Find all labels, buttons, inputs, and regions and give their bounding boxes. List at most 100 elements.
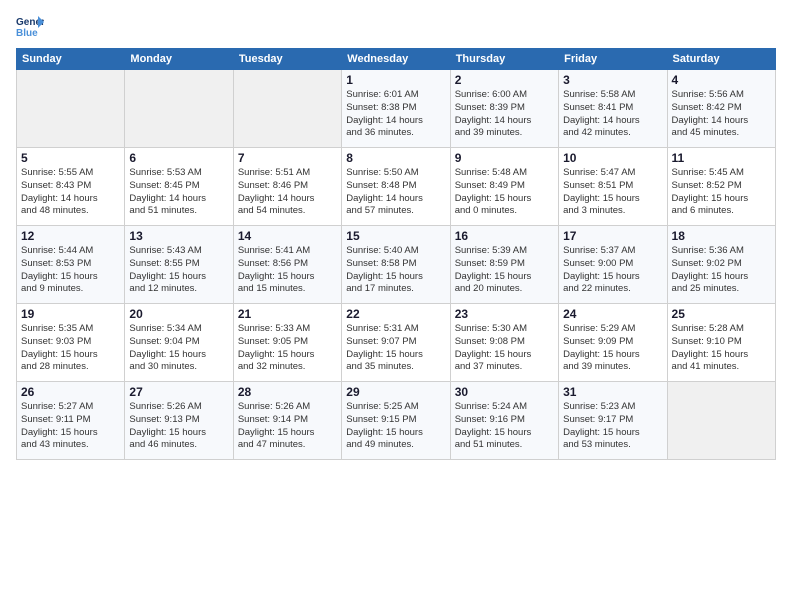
day-number: 10: [563, 151, 662, 165]
day-info: Sunrise: 5:48 AM Sunset: 8:49 PM Dayligh…: [455, 167, 554, 218]
day-number: 30: [455, 385, 554, 399]
day-info: Sunrise: 5:39 AM Sunset: 8:59 PM Dayligh…: [455, 245, 554, 296]
day-info: Sunrise: 6:00 AM Sunset: 8:39 PM Dayligh…: [455, 89, 554, 140]
day-number: 3: [563, 73, 662, 87]
day-number: 14: [238, 229, 337, 243]
day-info: Sunrise: 5:28 AM Sunset: 9:10 PM Dayligh…: [672, 323, 771, 374]
day-info: Sunrise: 5:44 AM Sunset: 8:53 PM Dayligh…: [21, 245, 120, 296]
day-number: 15: [346, 229, 445, 243]
day-number: 27: [129, 385, 228, 399]
calendar-day-10: 10 Sunrise: 5:47 AM Sunset: 8:51 PM Dayli…: [559, 148, 667, 226]
day-info: Sunrise: 5:33 AM Sunset: 9:05 PM Dayligh…: [238, 323, 337, 374]
calendar-day-30: 30Sunrise: 5:24 AM Sunset: 9:16 PM Dayli…: [450, 382, 558, 460]
calendar-day-2: 2 Sunrise: 6:00 AM Sunset: 8:39 PM Daylig…: [450, 70, 558, 148]
calendar-empty-cell: [233, 70, 341, 148]
day-info: Sunrise: 5:30 AM Sunset: 9:08 PM Dayligh…: [455, 323, 554, 374]
calendar-day-16: 16Sunrise: 5:39 AM Sunset: 8:59 PM Dayli…: [450, 226, 558, 304]
day-info: Sunrise: 5:41 AM Sunset: 8:56 PM Dayligh…: [238, 245, 337, 296]
day-number: 29: [346, 385, 445, 399]
day-number: 11: [672, 151, 771, 165]
day-info: Sunrise: 5:23 AM Sunset: 9:17 PM Dayligh…: [563, 401, 662, 452]
calendar-day-23: 23 Sunrise: 5:30 AM Sunset: 9:08 PM Dayli…: [450, 304, 558, 382]
calendar-empty-cell: [17, 70, 125, 148]
calendar-day-9: 9Sunrise: 5:48 AM Sunset: 8:49 PM Daylig…: [450, 148, 558, 226]
day-info: Sunrise: 5:43 AM Sunset: 8:55 PM Dayligh…: [129, 245, 228, 296]
day-info: Sunrise: 5:27 AM Sunset: 9:11 PM Dayligh…: [21, 401, 120, 452]
day-number: 28: [238, 385, 337, 399]
calendar-empty-cell: [667, 382, 775, 460]
day-number: 19: [21, 307, 120, 321]
logo: General Blue: [16, 12, 48, 40]
day-number: 13: [129, 229, 228, 243]
day-number: 25: [672, 307, 771, 321]
day-info: Sunrise: 5:53 AM Sunset: 8:45 PM Dayligh…: [129, 167, 228, 218]
header: General Blue: [16, 12, 776, 40]
calendar-day-31: 31Sunrise: 5:23 AM Sunset: 9:17 PM Dayli…: [559, 382, 667, 460]
day-number: 23: [455, 307, 554, 321]
col-header-saturday: Saturday: [667, 49, 775, 70]
calendar-week-row: 5 Sunrise: 5:55 AM Sunset: 8:43 PM Daylig…: [17, 148, 776, 226]
day-info: Sunrise: 6:01 AM Sunset: 8:38 PM Dayligh…: [346, 89, 445, 140]
calendar-day-25: 25 Sunrise: 5:28 AM Sunset: 9:10 PM Dayli…: [667, 304, 775, 382]
day-number: 21: [238, 307, 337, 321]
calendar-day-21: 21 Sunrise: 5:33 AM Sunset: 9:05 PM Dayli…: [233, 304, 341, 382]
calendar-day-4: 4 Sunrise: 5:56 AM Sunset: 8:42 PM Daylig…: [667, 70, 775, 148]
day-number: 6: [129, 151, 228, 165]
calendar-day-12: 12Sunrise: 5:44 AM Sunset: 8:53 PM Dayli…: [17, 226, 125, 304]
day-info: Sunrise: 5:37 AM Sunset: 9:00 PM Dayligh…: [563, 245, 662, 296]
day-info: Sunrise: 5:36 AM Sunset: 9:02 PM Dayligh…: [672, 245, 771, 296]
calendar-week-row: 12Sunrise: 5:44 AM Sunset: 8:53 PM Dayli…: [17, 226, 776, 304]
calendar-day-14: 14 Sunrise: 5:41 AM Sunset: 8:56 PM Dayli…: [233, 226, 341, 304]
day-info: Sunrise: 5:50 AM Sunset: 8:48 PM Dayligh…: [346, 167, 445, 218]
col-header-sunday: Sunday: [17, 49, 125, 70]
calendar-day-1: 1Sunrise: 6:01 AM Sunset: 8:38 PM Daylig…: [342, 70, 450, 148]
calendar-day-6: 6 Sunrise: 5:53 AM Sunset: 8:45 PM Daylig…: [125, 148, 233, 226]
day-info: Sunrise: 5:34 AM Sunset: 9:04 PM Dayligh…: [129, 323, 228, 374]
calendar-week-row: 1Sunrise: 6:01 AM Sunset: 8:38 PM Daylig…: [17, 70, 776, 148]
day-info: Sunrise: 5:40 AM Sunset: 8:58 PM Dayligh…: [346, 245, 445, 296]
calendar-day-13: 13 Sunrise: 5:43 AM Sunset: 8:55 PM Dayli…: [125, 226, 233, 304]
day-number: 5: [21, 151, 120, 165]
day-info: Sunrise: 5:51 AM Sunset: 8:46 PM Dayligh…: [238, 167, 337, 218]
calendar-day-8: 8 Sunrise: 5:50 AM Sunset: 8:48 PM Daylig…: [342, 148, 450, 226]
calendar-day-15: 15 Sunrise: 5:40 AM Sunset: 8:58 PM Dayli…: [342, 226, 450, 304]
day-number: 18: [672, 229, 771, 243]
day-info: Sunrise: 5:35 AM Sunset: 9:03 PM Dayligh…: [21, 323, 120, 374]
svg-text:Blue: Blue: [16, 28, 38, 39]
col-header-friday: Friday: [559, 49, 667, 70]
calendar-day-19: 19 Sunrise: 5:35 AM Sunset: 9:03 PM Dayli…: [17, 304, 125, 382]
day-info: Sunrise: 5:58 AM Sunset: 8:41 PM Dayligh…: [563, 89, 662, 140]
col-header-tuesday: Tuesday: [233, 49, 341, 70]
day-info: Sunrise: 5:26 AM Sunset: 9:13 PM Dayligh…: [129, 401, 228, 452]
col-header-monday: Monday: [125, 49, 233, 70]
calendar-day-24: 24 Sunrise: 5:29 AM Sunset: 9:09 PM Dayli…: [559, 304, 667, 382]
calendar-week-row: 26 Sunrise: 5:27 AM Sunset: 9:11 PM Dayli…: [17, 382, 776, 460]
day-info: Sunrise: 5:55 AM Sunset: 8:43 PM Dayligh…: [21, 167, 120, 218]
calendar-day-17: 17 Sunrise: 5:37 AM Sunset: 9:00 PM Dayli…: [559, 226, 667, 304]
logo-icon: General Blue: [16, 12, 44, 40]
day-info: Sunrise: 5:56 AM Sunset: 8:42 PM Dayligh…: [672, 89, 771, 140]
calendar-week-row: 19 Sunrise: 5:35 AM Sunset: 9:03 PM Dayli…: [17, 304, 776, 382]
col-header-wednesday: Wednesday: [342, 49, 450, 70]
day-info: Sunrise: 5:31 AM Sunset: 9:07 PM Dayligh…: [346, 323, 445, 374]
day-number: 8: [346, 151, 445, 165]
calendar-day-20: 20Sunrise: 5:34 AM Sunset: 9:04 PM Dayli…: [125, 304, 233, 382]
calendar-day-29: 29Sunrise: 5:25 AM Sunset: 9:15 PM Dayli…: [342, 382, 450, 460]
day-number: 2: [455, 73, 554, 87]
day-number: 22: [346, 307, 445, 321]
page: General Blue SundayMondayTuesdayWednesda…: [0, 0, 792, 612]
day-info: Sunrise: 5:29 AM Sunset: 9:09 PM Dayligh…: [563, 323, 662, 374]
day-info: Sunrise: 5:47 AM Sunset: 8:51 PM Dayligh…: [563, 167, 662, 218]
calendar-day-7: 7 Sunrise: 5:51 AM Sunset: 8:46 PM Daylig…: [233, 148, 341, 226]
day-number: 24: [563, 307, 662, 321]
col-header-thursday: Thursday: [450, 49, 558, 70]
calendar-header-row: SundayMondayTuesdayWednesdayThursdayFrid…: [17, 49, 776, 70]
day-number: 26: [21, 385, 120, 399]
day-number: 7: [238, 151, 337, 165]
day-number: 4: [672, 73, 771, 87]
calendar-day-5: 5 Sunrise: 5:55 AM Sunset: 8:43 PM Daylig…: [17, 148, 125, 226]
calendar-table: SundayMondayTuesdayWednesdayThursdayFrid…: [16, 48, 776, 460]
day-number: 17: [563, 229, 662, 243]
calendar-day-28: 28Sunrise: 5:26 AM Sunset: 9:14 PM Dayli…: [233, 382, 341, 460]
calendar-day-22: 22 Sunrise: 5:31 AM Sunset: 9:07 PM Dayli…: [342, 304, 450, 382]
